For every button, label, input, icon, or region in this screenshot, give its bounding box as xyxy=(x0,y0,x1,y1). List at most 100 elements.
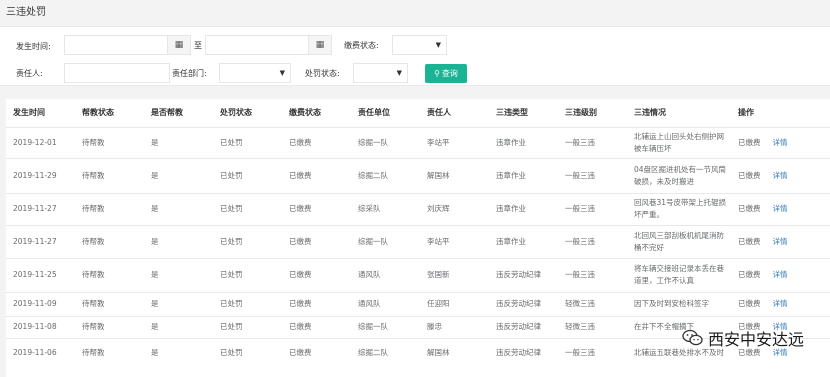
cell-violation-detail: 04盘区掘进机处有一节风筒破损，未及时搬进 xyxy=(627,157,731,193)
cell-person: 李站平 xyxy=(420,126,489,158)
cell-unit: 通风队 xyxy=(351,257,420,292)
dept-select[interactable]: ▼ xyxy=(219,63,291,83)
cell-action: 已缴费 详情 xyxy=(731,257,830,292)
table-row: 2019-11-29 待帮教是已处罚 已缴费 综掘二队 解国林 违章作业 一般三违 04盘区掘… xyxy=(6,157,830,193)
cell-fee-status: 已缴费 xyxy=(282,157,351,193)
detail-link[interactable]: 详情 xyxy=(773,203,788,215)
filter-panel: 发生时间: ▦ 至 ▦ 缴费状态: ▼ 责任人: 责任部门: ▼ 处罚状态: ▼… xyxy=(0,26,830,86)
cell-violation-detail: 北回风三部刮板机机尾消防桶不完好 xyxy=(627,224,731,258)
detail-link[interactable]: 详情 xyxy=(773,298,788,310)
cell-unit: 综掘一队 xyxy=(351,126,420,158)
penalty-status-select[interactable]: ▼ xyxy=(353,63,408,83)
col-person[interactable]: 责任人 xyxy=(420,99,489,128)
search-button[interactable]: ⚲ 查询 xyxy=(425,64,467,83)
col-violation-detail[interactable]: 三违情况 xyxy=(627,99,731,128)
cell-violation-level: 一般三违 xyxy=(558,224,627,258)
cell-unit: 综掘二队 xyxy=(351,157,420,193)
cell-fee-status: 已缴费 xyxy=(282,257,351,292)
detail-link[interactable]: 详情 xyxy=(773,269,788,281)
table-row: 2019-11-09 待帮教是已处罚 已缴费 通风队 任迎阳 违反劳动纪律 轻微三违 因下及时… xyxy=(6,291,830,316)
penalty-status-label: 处罚状态: xyxy=(305,69,340,78)
cell-person: 李站平 xyxy=(420,224,489,258)
cell-action: 已缴费 详情 xyxy=(731,291,830,316)
cell-violation-level: 一般三违 xyxy=(558,157,627,193)
col-penalty-status[interactable]: 处罚状态 xyxy=(213,99,282,128)
col-violation-level[interactable]: 三违级别 xyxy=(558,99,627,128)
cell-occur-time: 2019-11-06 xyxy=(6,337,75,368)
col-violation-type[interactable]: 三违类型 xyxy=(489,99,558,128)
to-label: 至 xyxy=(194,41,202,50)
cell-help-status: 待帮教 xyxy=(75,315,144,338)
detail-link[interactable]: 详情 xyxy=(773,137,788,149)
cell-is-help: 是 xyxy=(144,257,213,292)
cell-person: 任迎阳 xyxy=(420,291,489,316)
cell-occur-time: 2019-11-29 xyxy=(6,157,75,193)
calendar-icon[interactable]: ▦ xyxy=(167,36,190,54)
col-fee-status[interactable]: 缴费状态 xyxy=(282,99,351,128)
cell-is-help: 是 xyxy=(144,337,213,368)
cell-penalty-status: 已处罚 xyxy=(213,157,282,193)
cell-violation-level: 一般三违 xyxy=(558,126,627,158)
cell-person: 刘庆辉 xyxy=(420,192,489,225)
cell-violation-level: 一般三违 xyxy=(558,192,627,225)
cell-is-help: 是 xyxy=(144,157,213,193)
cell-person: 张国新 xyxy=(420,257,489,292)
cell-violation-level: 一般三违 xyxy=(558,337,627,368)
cell-person: 滕忠 xyxy=(420,315,489,338)
search-icon: ⚲ xyxy=(434,69,440,78)
cell-help-status: 待帮教 xyxy=(75,157,144,193)
col-help-status[interactable]: 帮教状态 xyxy=(75,99,144,128)
cell-is-help: 是 xyxy=(144,192,213,225)
end-date-input[interactable]: ▦ xyxy=(205,35,332,55)
table-row: 2019-11-27 待帮教是已处罚 已缴费 综掘一队 李站平 违章作业 一般三违 北回风三部… xyxy=(6,224,830,258)
cell-action: 已缴费 详情 xyxy=(731,224,830,258)
col-is-help[interactable]: 是否帮教 xyxy=(144,99,213,128)
cell-penalty-status: 已处罚 xyxy=(213,315,282,338)
cell-fee-status: 已缴费 xyxy=(282,126,351,158)
responsible-input[interactable] xyxy=(64,63,170,83)
cell-unit: 通风队 xyxy=(351,291,420,316)
cell-violation-type: 违反劳动纪律 xyxy=(489,291,558,316)
start-date-input[interactable]: ▦ xyxy=(64,35,191,55)
chevron-down-icon: ▼ xyxy=(396,69,402,77)
wechat-icon xyxy=(682,329,704,347)
cell-occur-time: 2019-11-09 xyxy=(6,291,75,316)
paid-status-text: 已缴费 xyxy=(738,204,761,213)
responsible-label: 责任人: xyxy=(16,69,43,78)
cell-violation-type: 违章作业 xyxy=(489,224,558,258)
detail-link[interactable]: 详情 xyxy=(773,236,788,248)
paid-status-text: 已缴费 xyxy=(738,270,761,279)
cell-is-help: 是 xyxy=(144,315,213,338)
fee-status-label: 缴费状态: xyxy=(344,41,379,50)
calendar-icon[interactable]: ▦ xyxy=(308,36,331,54)
cell-occur-time: 2019-11-25 xyxy=(6,257,75,292)
cell-unit: 综掘二队 xyxy=(351,337,420,368)
cell-violation-level: 轻微三违 xyxy=(558,291,627,316)
col-occur-time[interactable]: 发生时间 xyxy=(6,99,75,128)
cell-penalty-status: 已处罚 xyxy=(213,192,282,225)
page-title: 三违处罚 xyxy=(6,7,46,18)
cell-penalty-status: 已处罚 xyxy=(213,224,282,258)
cell-fee-status: 已缴费 xyxy=(282,192,351,225)
cell-violation-type: 违章作业 xyxy=(489,126,558,158)
cell-penalty-status: 已处罚 xyxy=(213,291,282,316)
detail-link[interactable]: 详情 xyxy=(773,170,788,182)
cell-help-status: 待帮教 xyxy=(75,192,144,225)
cell-violation-type: 违章作业 xyxy=(489,192,558,225)
cell-action: 已缴费 详情 xyxy=(731,126,830,158)
cell-occur-time: 2019-11-08 xyxy=(6,315,75,338)
cell-help-status: 待帮教 xyxy=(75,291,144,316)
fee-status-select[interactable]: ▼ xyxy=(392,35,447,55)
cell-action: 已缴费 详情 xyxy=(731,192,830,225)
cell-help-status: 待帮教 xyxy=(75,337,144,368)
cell-help-status: 待帮教 xyxy=(75,224,144,258)
cell-fee-status: 已缴费 xyxy=(282,337,351,368)
chevron-down-icon: ▼ xyxy=(279,69,285,77)
table-header-row: 发生时间 帮教状态 是否帮教 处罚状态 缴费状态 责任单位 责任人 三违类型 三… xyxy=(6,99,830,128)
paid-status-text: 已缴费 xyxy=(738,170,761,180)
dept-label: 责任部门: xyxy=(172,69,207,78)
cell-help-status: 待帮教 xyxy=(75,257,144,292)
search-button-label: 查询 xyxy=(441,69,458,78)
col-unit[interactable]: 责任单位 xyxy=(351,99,420,128)
cell-violation-level: 一般三违 xyxy=(558,257,627,292)
